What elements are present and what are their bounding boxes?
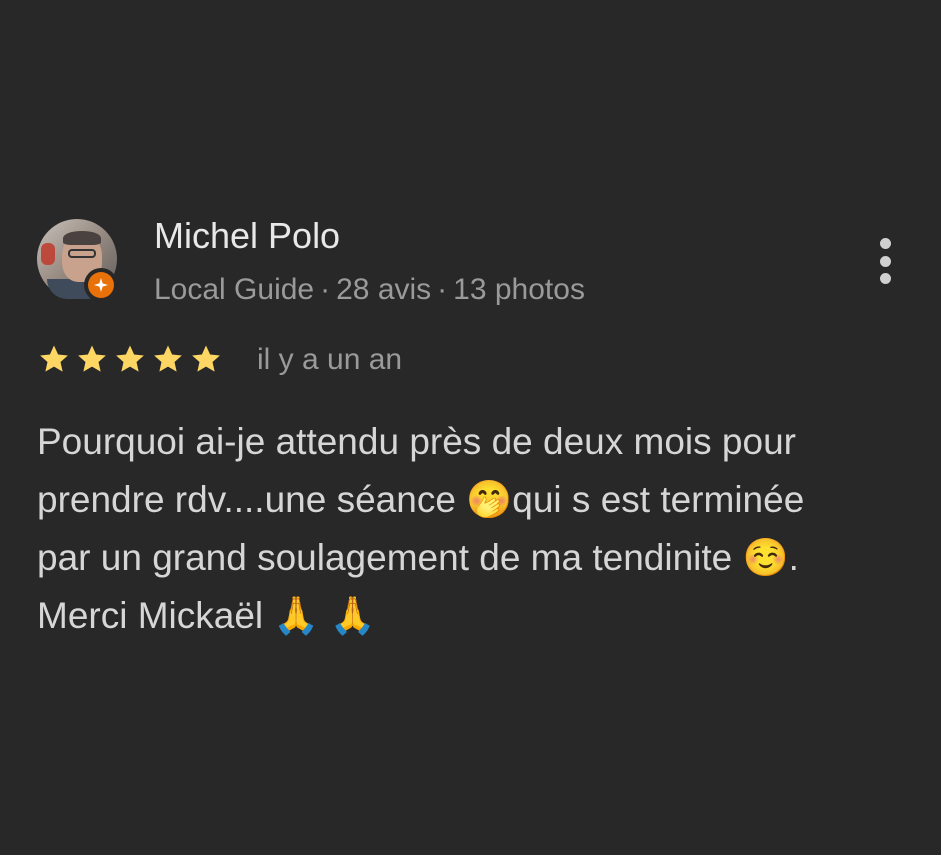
star-icon xyxy=(78,345,106,372)
review-text-line: Merci Mickaël 🙏 🙏 xyxy=(37,595,376,636)
avatar-background-detail xyxy=(41,243,55,265)
star-icon xyxy=(116,345,144,372)
review-text-line: prendre rdv....une séance 🤭qui s est ter… xyxy=(37,479,805,520)
more-options-button[interactable] xyxy=(866,232,904,290)
review-text-line: par un grand soulagement de ma tendinite… xyxy=(37,537,799,578)
avatar-glasses xyxy=(68,249,96,258)
more-vert-icon xyxy=(879,238,891,249)
more-vert-icon-dot xyxy=(879,255,891,267)
meta-separator: · xyxy=(320,273,331,306)
star-icon xyxy=(40,345,68,372)
meta-separator: · xyxy=(437,273,448,306)
sparkle-icon xyxy=(94,278,108,292)
local-guide-badge-icon xyxy=(84,268,118,302)
review-text: Pourquoi ai-je attendu près de deux mois… xyxy=(37,413,907,645)
author-name[interactable]: Michel Polo xyxy=(154,214,340,258)
star-icon xyxy=(192,345,220,372)
review-date: il y a un an xyxy=(257,343,403,376)
review-card: Michel Polo Local Guide · 28 avis · 13 photo… xyxy=(0,0,941,855)
photos-count: 13 photos xyxy=(453,273,585,306)
more-vert-icon-dot xyxy=(879,273,891,284)
star-icon xyxy=(154,345,182,372)
reviews-count: 28 avis xyxy=(336,273,432,306)
review-text-line: Pourquoi ai-je attendu près de deux mois… xyxy=(37,421,796,462)
author-meta: Local Guide · 28 avis · 13 photos xyxy=(154,271,585,309)
avatar-hair xyxy=(63,231,101,245)
local-guide-label: Local Guide xyxy=(154,273,315,306)
star-rating xyxy=(37,340,223,378)
